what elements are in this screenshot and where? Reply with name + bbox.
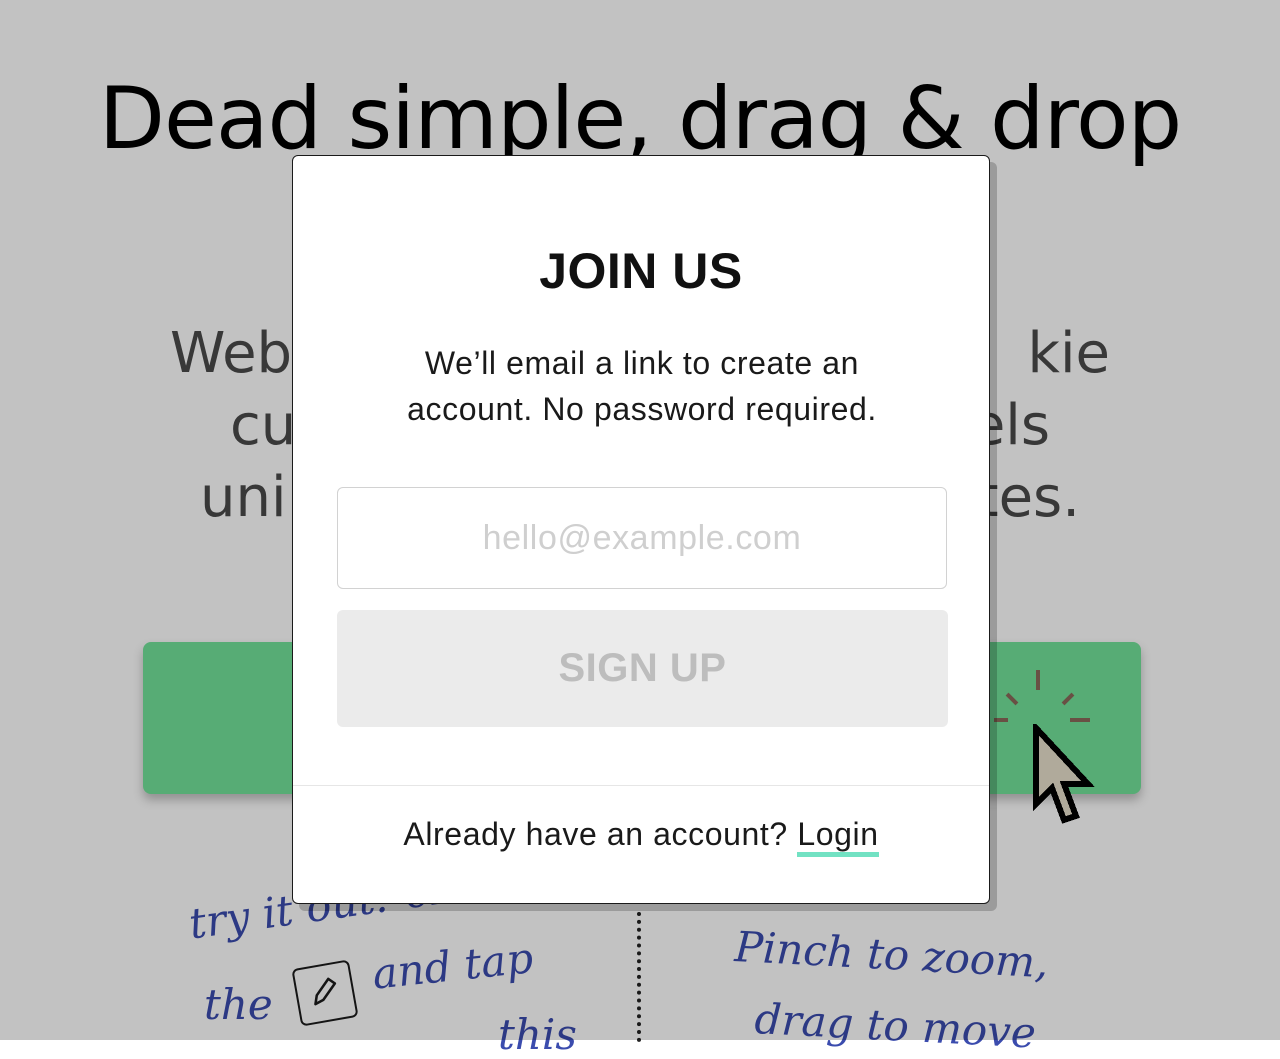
login-link[interactable]: Login (797, 816, 879, 857)
sign-up-button[interactable]: SIGN UP (337, 610, 948, 727)
modal-title: JOIN US (539, 243, 743, 299)
modal-divider (293, 785, 989, 786)
footer-text: Already have an account? (403, 816, 798, 852)
join-modal: JOIN US We’ll email a link to create an … (292, 155, 990, 904)
email-field[interactable] (337, 487, 947, 589)
modal-footer: Already have an account? Login (293, 816, 989, 857)
modal-description: We’ll email a link to create an account.… (407, 345, 877, 427)
